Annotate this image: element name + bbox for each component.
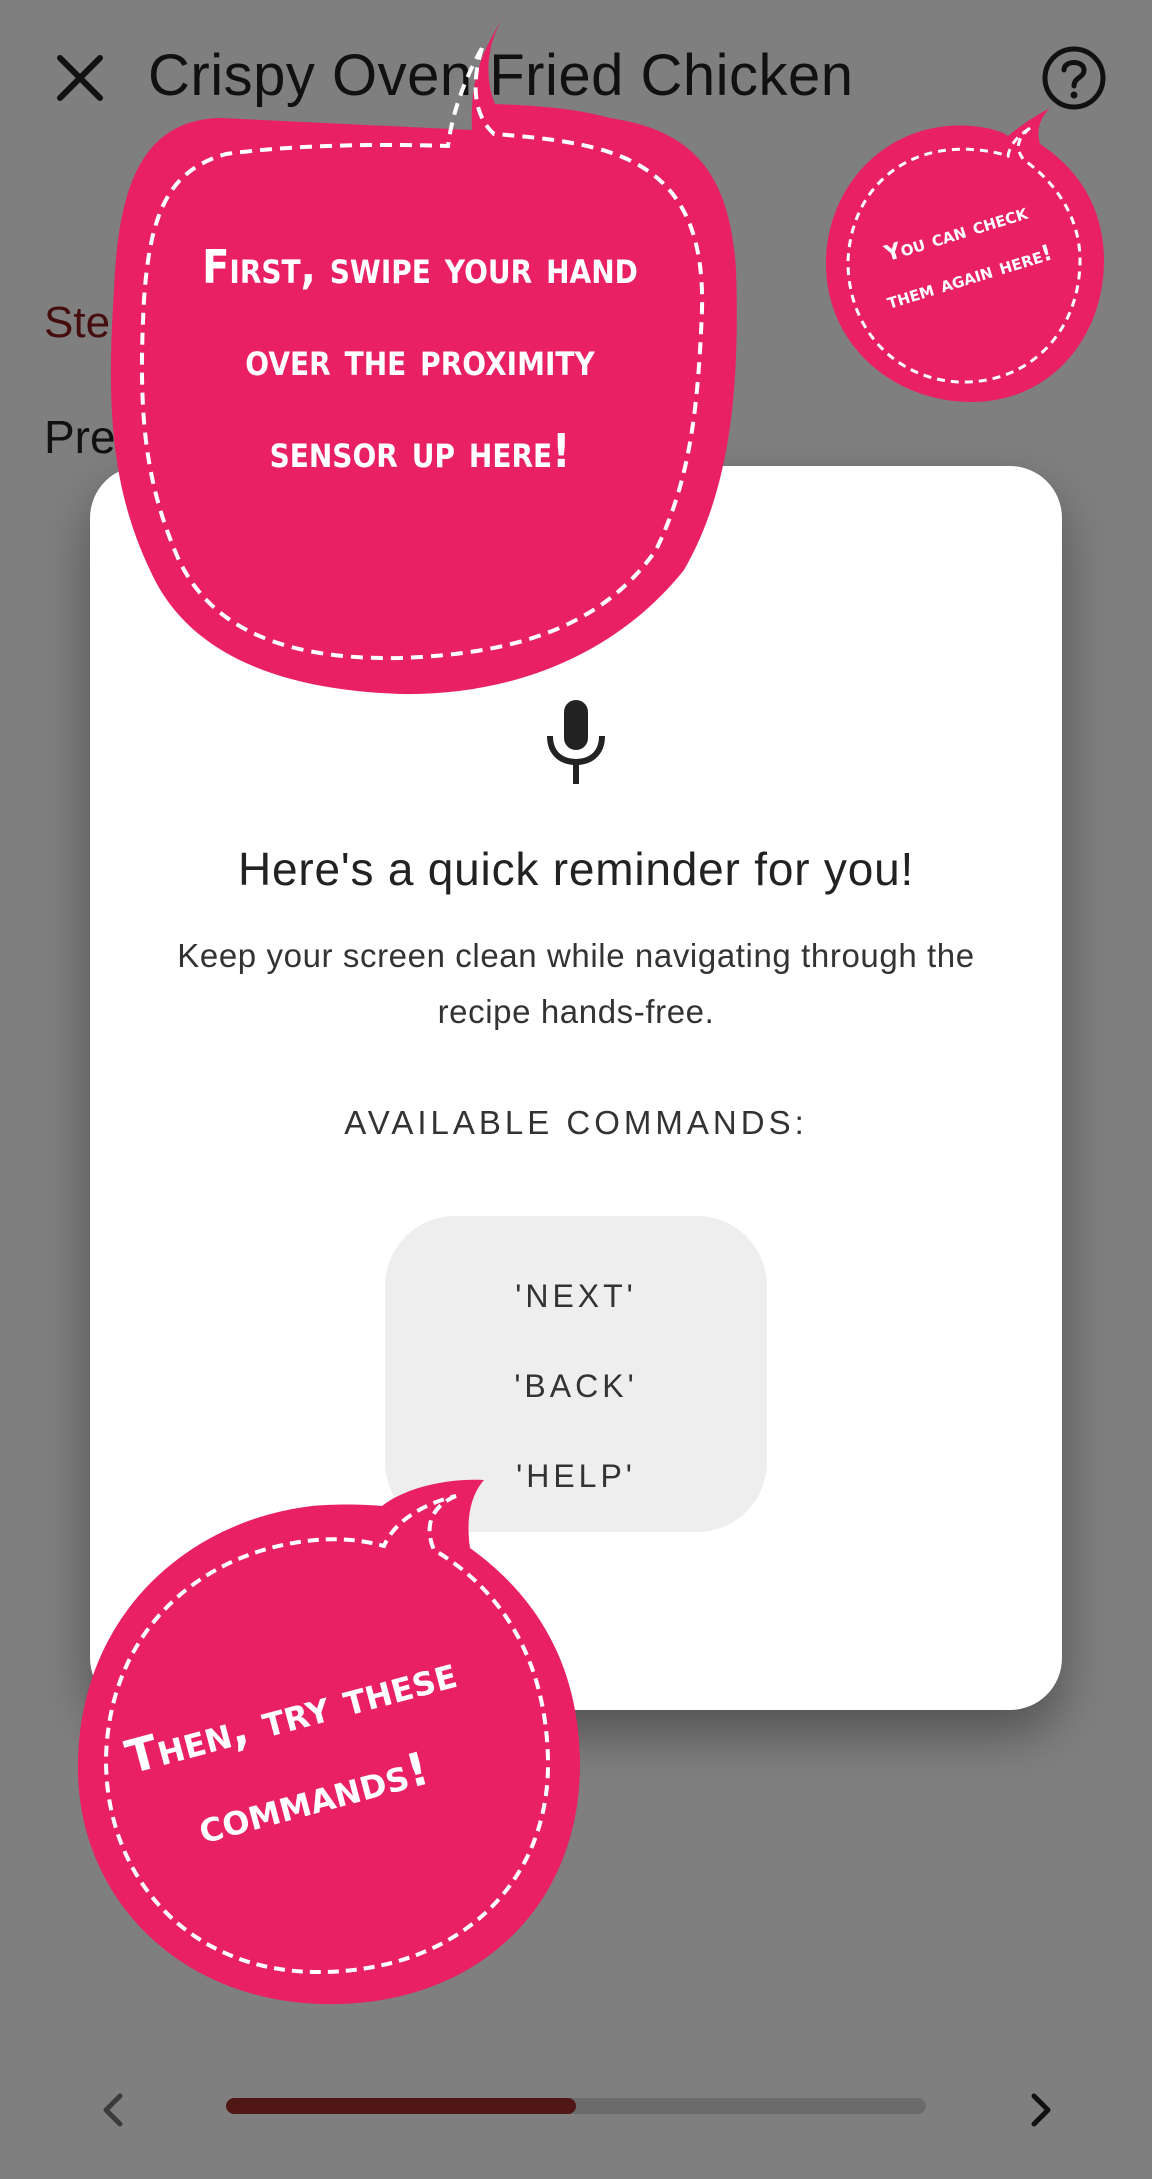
command-back: 'BACK' <box>514 1368 638 1404</box>
dialog-title: Here's a quick reminder for you! <box>237 843 915 895</box>
proximity-sensor-tooltip: First, swipe your hand over the proximit… <box>100 10 740 700</box>
proximity-tooltip-line: First, swipe your hand <box>202 241 638 295</box>
commands-heading: AVAILABLE COMMANDS: <box>344 1104 808 1141</box>
proximity-tooltip-line: over the proximity <box>245 333 595 387</box>
commands-tooltip: Then, try these commands! <box>72 1470 592 2010</box>
command-next: 'NEXT' <box>515 1278 637 1314</box>
dialog-description: Keep your screen clean while navigating … <box>177 937 975 1030</box>
microphone-icon <box>536 698 616 788</box>
help-reminder-tooltip: You can check them again here! <box>818 100 1108 410</box>
proximity-tooltip-text: First, swipe your hand over the proximit… <box>160 222 680 498</box>
proximity-tooltip-line: sensor up here! <box>269 425 571 479</box>
